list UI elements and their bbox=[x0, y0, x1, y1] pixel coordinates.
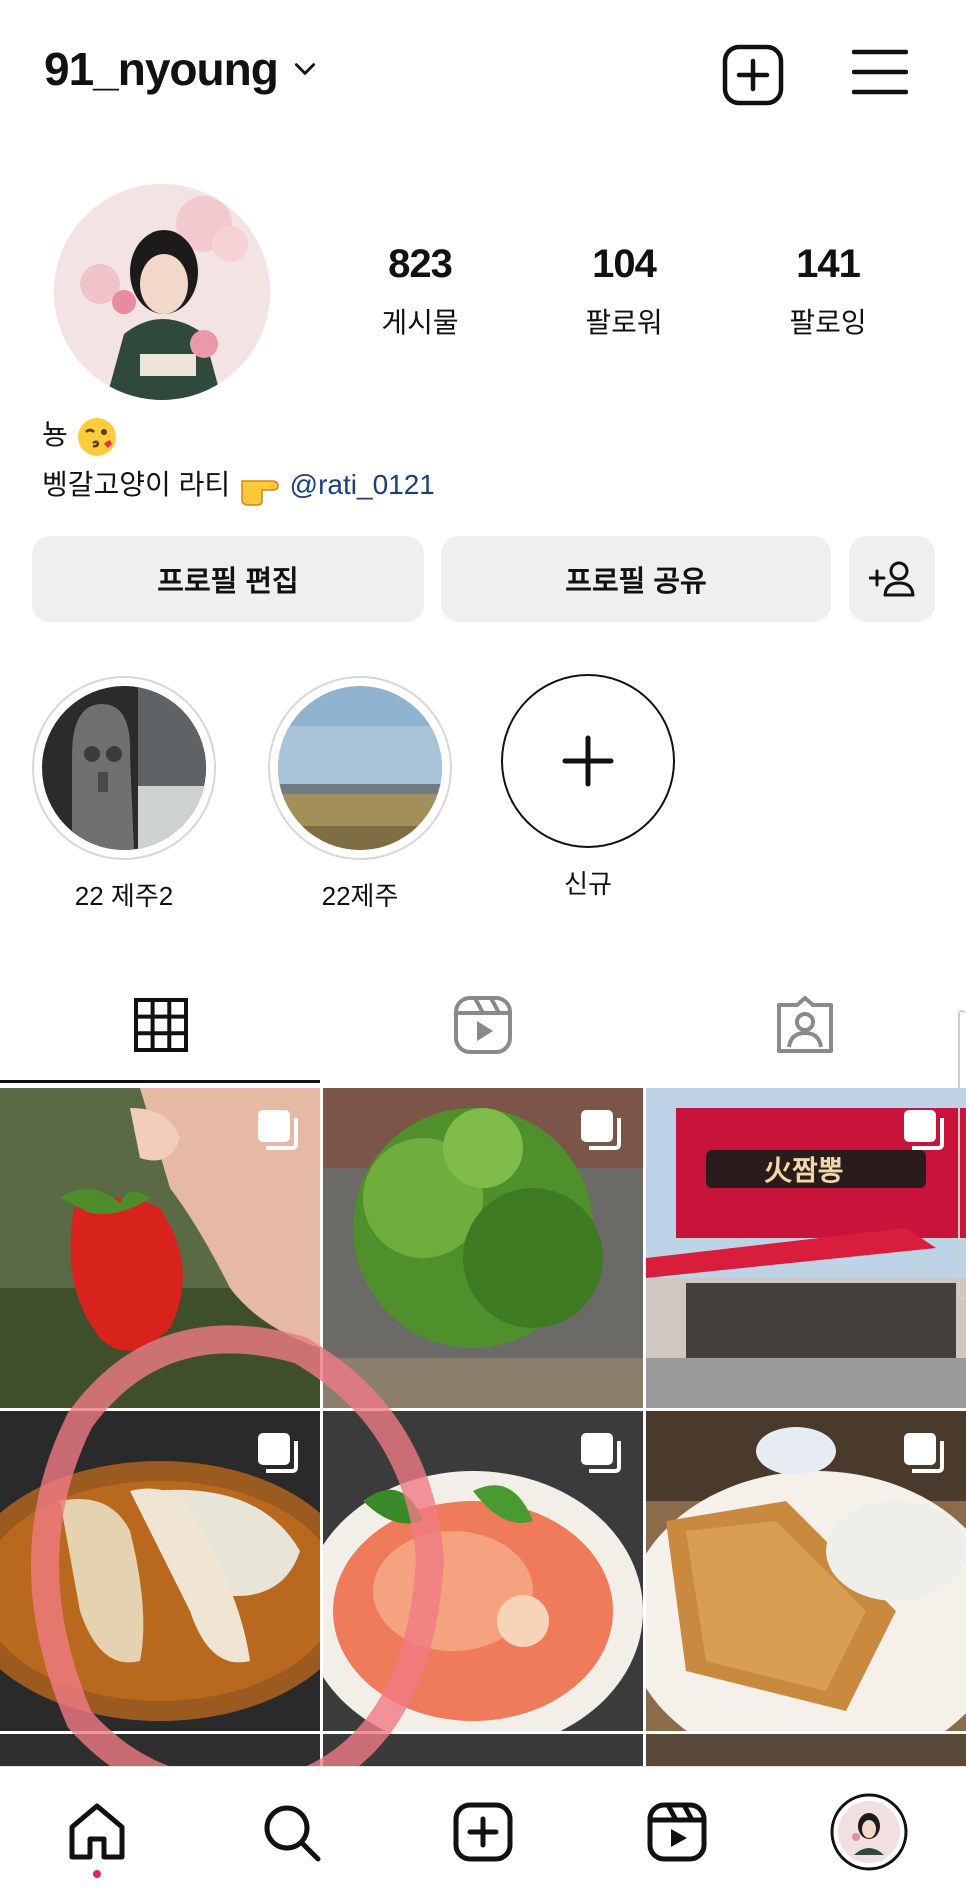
nav-home[interactable] bbox=[62, 1797, 132, 1867]
hamburger-menu-icon[interactable] bbox=[852, 44, 908, 100]
highlight-jeju2[interactable]: 22 제주2 bbox=[30, 676, 218, 913]
discover-people-button[interactable] bbox=[849, 536, 935, 622]
person-add-icon bbox=[869, 561, 915, 597]
create-icon bbox=[453, 1802, 513, 1862]
post-thumbnail[interactable] bbox=[323, 1411, 643, 1731]
bio-line-2: 벵갈고양이 라티 @rati_0121 bbox=[42, 460, 435, 510]
nav-reels[interactable] bbox=[642, 1797, 712, 1867]
profile-avatar[interactable] bbox=[54, 184, 270, 400]
username-switcher[interactable]: 91_nyoung bbox=[44, 42, 318, 96]
chevron-down-icon bbox=[294, 63, 315, 75]
carousel-icon bbox=[258, 1433, 298, 1473]
edit-profile-button[interactable]: 프로필 편집 bbox=[32, 536, 424, 622]
highlight-label: 22 제주2 bbox=[74, 881, 174, 911]
highlight-cover bbox=[268, 676, 452, 860]
storefront-sign: 火짬뽕 bbox=[764, 1154, 844, 1187]
tagged-icon bbox=[777, 996, 833, 1053]
tab-reels[interactable] bbox=[322, 966, 644, 1084]
highlight-label: 신규 bbox=[564, 869, 612, 899]
posts-count: 823 bbox=[388, 242, 453, 286]
bottom-navigation bbox=[0, 1766, 966, 1894]
highlight-cover bbox=[32, 676, 216, 860]
profile-avatar-icon bbox=[830, 1793, 908, 1871]
bio-line-1: 뇽 bbox=[42, 410, 435, 460]
post-thumbnail[interactable] bbox=[323, 1088, 643, 1408]
carousel-icon bbox=[581, 1110, 621, 1150]
new-highlight-ring bbox=[501, 674, 675, 848]
carousel-icon bbox=[581, 1433, 621, 1473]
carousel-icon bbox=[904, 1433, 944, 1473]
bio: 뇽 벵갈고양이 라티 @rati_0121 bbox=[42, 410, 435, 510]
plus-icon bbox=[562, 735, 614, 787]
profile-tabs bbox=[0, 966, 966, 1084]
stat-followers[interactable]: 104 팔로워 bbox=[544, 242, 704, 341]
profile-header: 91_nyoung bbox=[0, 0, 966, 150]
post-thumbnail[interactable] bbox=[646, 1411, 966, 1731]
nav-search[interactable] bbox=[256, 1797, 326, 1867]
carousel-icon bbox=[258, 1110, 298, 1150]
bio-nickname: 뇽 bbox=[42, 419, 68, 450]
add-square-icon[interactable] bbox=[722, 44, 784, 106]
search-icon bbox=[264, 1805, 321, 1862]
followers-label: 팔로워 bbox=[585, 307, 663, 338]
bio-text: 벵갈고양이 라티 bbox=[42, 469, 231, 500]
following-count: 141 bbox=[796, 242, 861, 286]
grid-icon bbox=[134, 998, 188, 1052]
pointing-hand-emoji-icon bbox=[241, 479, 279, 506]
tab-posts-grid[interactable] bbox=[0, 966, 322, 1084]
carousel-icon bbox=[904, 1110, 944, 1150]
stat-following[interactable]: 141 팔로잉 bbox=[748, 242, 908, 341]
post-thumbnail[interactable] bbox=[0, 1411, 320, 1731]
posts-label: 게시물 bbox=[381, 307, 459, 338]
active-tab-indicator bbox=[0, 1080, 320, 1083]
scroll-handle[interactable] bbox=[958, 1010, 966, 1300]
home-icon bbox=[69, 1803, 125, 1860]
post-thumbnail[interactable] bbox=[0, 1088, 320, 1408]
highlight-label: 22제주 bbox=[321, 881, 399, 911]
highlight-jeju[interactable]: 22제주 bbox=[266, 676, 454, 913]
followers-count: 104 bbox=[592, 242, 657, 286]
tab-tagged[interactable] bbox=[644, 966, 966, 1084]
share-profile-button[interactable]: 프로필 공유 bbox=[441, 536, 831, 622]
post-thumbnail[interactable]: 火짬뽕 bbox=[646, 1088, 966, 1408]
reels-icon bbox=[647, 1802, 707, 1862]
nav-create[interactable] bbox=[448, 1797, 518, 1867]
stat-posts[interactable]: 823 게시물 bbox=[340, 242, 500, 341]
new-highlight-button[interactable]: 신규 bbox=[500, 674, 676, 901]
home-notification-dot bbox=[93, 1870, 101, 1878]
reels-icon bbox=[454, 996, 512, 1054]
following-label: 팔로잉 bbox=[789, 307, 867, 338]
username: 91_nyoung bbox=[44, 43, 279, 95]
nav-profile[interactable] bbox=[830, 1793, 908, 1871]
bio-mention-link[interactable]: @rati_0121 bbox=[290, 469, 435, 500]
kiss-wink-emoji-icon bbox=[77, 417, 116, 456]
